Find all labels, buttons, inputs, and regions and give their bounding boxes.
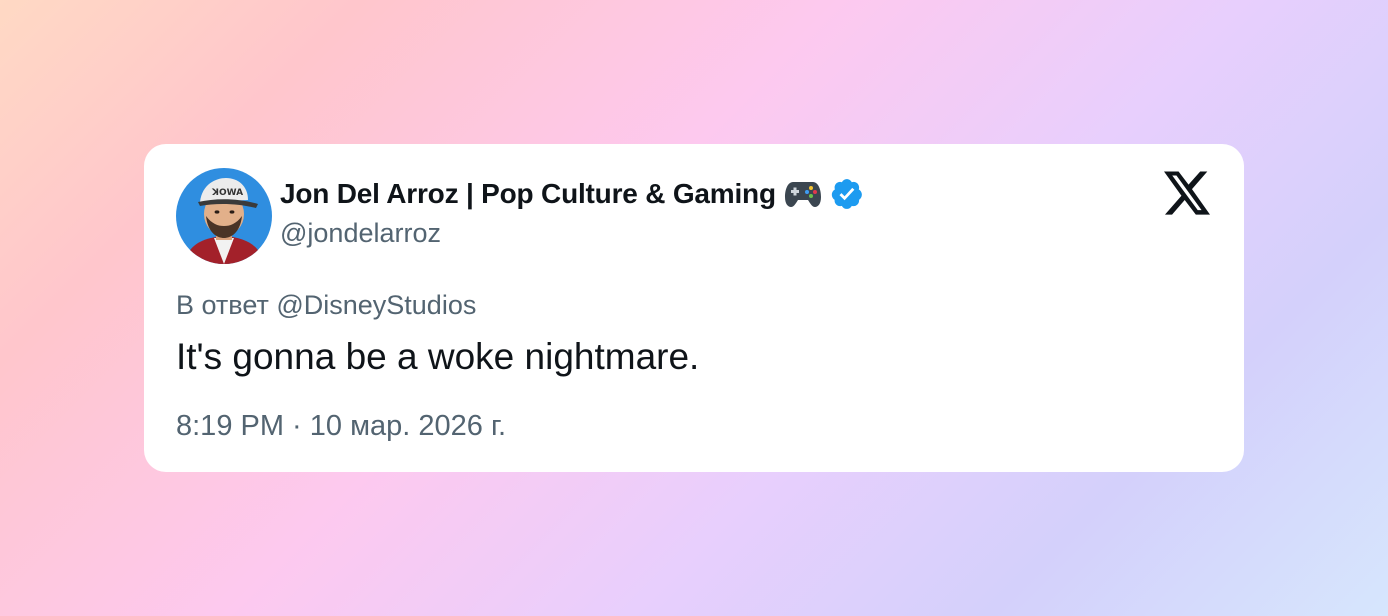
reply-context: В ответ @DisneyStudios xyxy=(176,290,476,321)
x-logo-icon[interactable] xyxy=(1164,171,1210,215)
verified-badge-icon xyxy=(830,177,864,211)
tweet-timestamp[interactable]: 8:19 PM · 10 мар. 2026 г. xyxy=(176,410,506,443)
tweet-card: ꓘOWA Jon Del Arroz | Pop Culture & Gamin… xyxy=(144,144,1244,472)
reply-mention-link[interactable]: @DisneyStudios xyxy=(276,290,476,320)
reply-prefix: В ответ xyxy=(176,290,269,320)
avatar[interactable]: ꓘOWA xyxy=(176,168,272,264)
author-handle[interactable]: @jondelarroz xyxy=(280,218,441,249)
svg-text:ꓘOWA: ꓘOWA xyxy=(211,188,243,198)
video-game-controller-icon xyxy=(784,179,822,209)
author-name-row: Jon Del Arroz | Pop Culture & Gaming xyxy=(280,176,864,212)
tweet-text: It's gonna be a woke nightmare. xyxy=(176,336,700,377)
author-display-name[interactable]: Jon Del Arroz | Pop Culture & Gaming xyxy=(280,178,776,210)
